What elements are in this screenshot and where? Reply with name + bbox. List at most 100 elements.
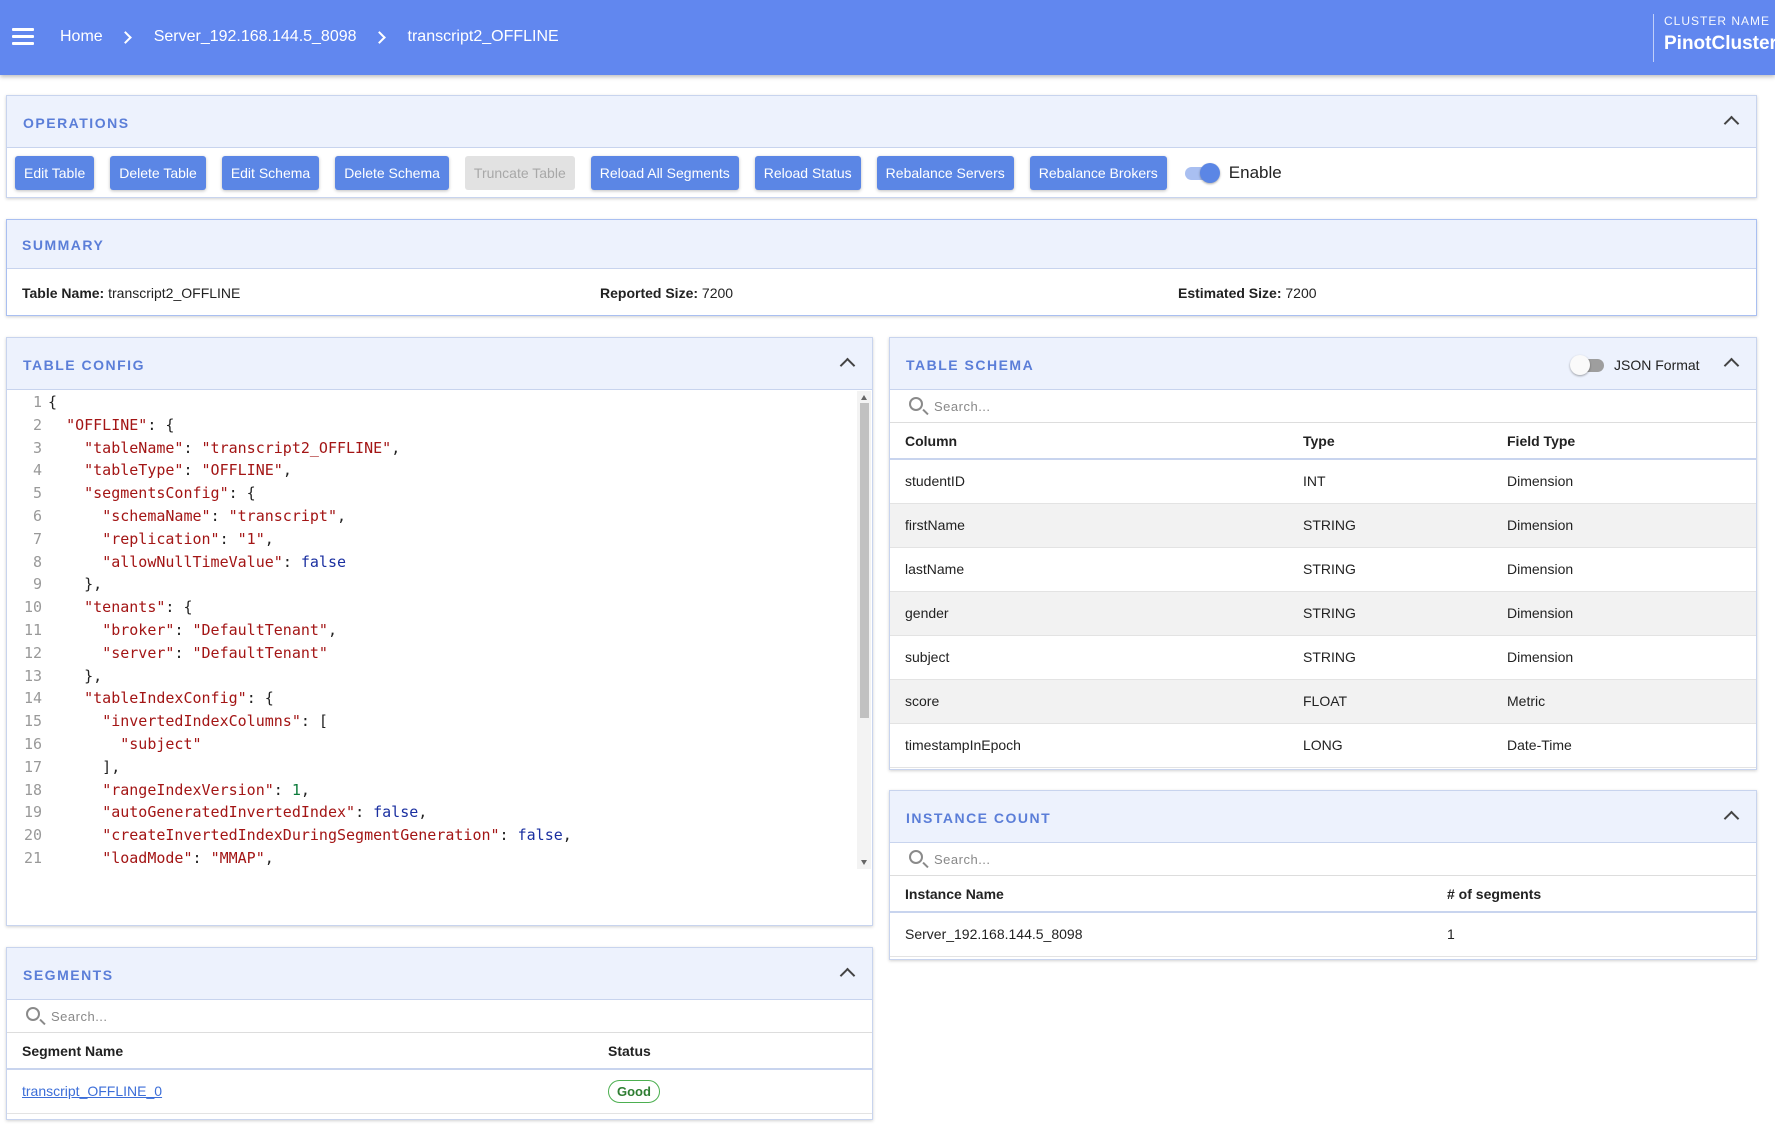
line-number: 3 (32, 438, 42, 457)
reload-all-segments-button[interactable]: Reload All Segments (590, 156, 739, 190)
top-app-bar: Home Server_192.168.144.5_8098 transcrip… (0, 0, 1775, 75)
code-line: 10 "tenants": { (8, 596, 863, 619)
code-token: , (282, 461, 292, 480)
table-config-header: TABLE CONFIG (7, 338, 872, 390)
table-config-panel: TABLE CONFIG 1{2 "OFFLINE": {3 "tableNam… (6, 337, 873, 926)
line-number: 14 (23, 689, 42, 708)
segments-search-input[interactable] (51, 1005, 451, 1027)
delete-table-button[interactable]: Delete Table (110, 156, 206, 190)
field-type-column-header[interactable]: Field Type (1492, 423, 1756, 460)
chevron-up-icon[interactable] (839, 967, 856, 984)
scrollbar-thumb[interactable] (860, 403, 869, 718)
code-token: false (373, 803, 419, 822)
line-number: 11 (23, 620, 42, 639)
operations-toolbar: Edit Table Delete Table Edit Schema Dele… (15, 156, 1282, 190)
chevron-up-icon[interactable] (1723, 115, 1740, 132)
status-column-header[interactable]: Status (593, 1033, 872, 1070)
code-token: "DefaultTenant" (192, 643, 328, 662)
code-token: "DefaultTenant" (192, 620, 328, 639)
code-token: , (264, 529, 274, 548)
type-column-header[interactable]: Type (1288, 423, 1492, 460)
code-token: "createInvertedIndexDuringSegmentGenerat… (102, 826, 500, 845)
segment-count-column-header[interactable]: # of segments (1432, 876, 1756, 913)
instance-search-input[interactable] (934, 848, 1334, 870)
code-token: "broker" (102, 620, 175, 639)
rebalance-servers-button[interactable]: Rebalance Servers (876, 156, 1014, 190)
code-token: : [ (300, 712, 328, 731)
chevron-up-icon[interactable] (1723, 810, 1740, 827)
code-token: : (183, 438, 202, 457)
code-token: : (174, 643, 193, 662)
line-number: 20 (23, 826, 42, 845)
code-line: 6 "schemaName": "transcript", (8, 505, 863, 528)
status-badge: Good (608, 1079, 660, 1103)
code-token: : { (147, 415, 175, 434)
json-format-control: JSON Format (1570, 355, 1700, 375)
breadcrumb-server[interactable]: Server_192.168.144.5_8098 (154, 28, 357, 46)
reload-status-button[interactable]: Reload Status (754, 156, 861, 190)
reported-size-value: 7200 (701, 285, 734, 301)
segment-link[interactable]: transcript_OFFLINE_0 (22, 1083, 162, 1099)
schema-search-input[interactable] (934, 395, 1334, 417)
instance-search (890, 843, 1756, 876)
code-line: 19 "autoGeneratedInvertedIndex": false, (8, 801, 863, 824)
code-editor-scrollbar[interactable] (857, 391, 871, 869)
summary-estimated-size: Estimated Size: 7200 (1178, 285, 1317, 301)
instance-name: Server_192.168.144.5_8098 (890, 912, 1432, 957)
delete-schema-button[interactable]: Delete Schema (335, 156, 449, 190)
edit-schema-button[interactable]: Edit Schema (221, 156, 320, 190)
estimated-size-label: Estimated Size: (1178, 285, 1282, 301)
chevron-right-icon (118, 30, 132, 44)
summary-table-name: Table Name: transcript2_OFFLINE (22, 285, 240, 301)
segment-name-column-header[interactable]: Segment Name (7, 1033, 593, 1070)
enable-toggle[interactable] (1183, 163, 1220, 183)
segments-panel: SEGMENTS Segment Name Status transcript_… (6, 947, 873, 1120)
code-token: { (48, 393, 58, 411)
code-token: : (282, 552, 301, 571)
segments-header: SEGMENTS (7, 948, 872, 1000)
code-token: "subject" (120, 734, 202, 753)
schema-field-type: Dimension (1492, 459, 1756, 504)
schema-column-type: STRING (1288, 591, 1492, 636)
line-number: 2 (32, 415, 42, 434)
edit-table-button[interactable]: Edit Table (15, 156, 95, 190)
schema-column-type: STRING (1288, 635, 1492, 680)
instance-name-column-header[interactable]: Instance Name (890, 876, 1432, 913)
line-number: 1 (32, 393, 42, 411)
code-line: 1{ (8, 391, 863, 414)
hamburger-menu-icon[interactable] (12, 28, 34, 46)
summary-title: SUMMARY (22, 237, 105, 253)
table-config-code-editor[interactable]: 1{2 "OFFLINE": {3 "tableName": "transcri… (8, 391, 863, 869)
code-token: : (174, 620, 193, 639)
schema-column-name: score (890, 679, 1288, 724)
column-column-header[interactable]: Column (890, 423, 1288, 460)
breadcrumb-home[interactable]: Home (60, 28, 103, 46)
code-token: : { (246, 689, 274, 708)
chevron-right-icon (372, 30, 386, 44)
schema-field-type: Dimension (1492, 503, 1756, 548)
estimated-size-value: 7200 (1285, 285, 1317, 301)
code-token: : (355, 803, 374, 822)
code-line: 18 "rangeIndexVersion": 1, (8, 779, 863, 802)
chevron-up-icon[interactable] (1723, 357, 1740, 374)
chevron-up-icon[interactable] (839, 357, 856, 374)
rebalance-brokers-button[interactable]: Rebalance Brokers (1029, 156, 1167, 190)
code-line: 3 "tableName": "transcript2_OFFLINE", (8, 437, 863, 460)
code-token: , (327, 620, 337, 639)
line-number: 12 (23, 643, 42, 662)
schema-column-type: STRING (1288, 503, 1492, 548)
scroll-down-arrow-icon[interactable] (861, 860, 867, 865)
json-format-toggle[interactable] (1570, 355, 1606, 375)
line-number: 13 (23, 666, 42, 685)
scroll-up-arrow-icon[interactable] (861, 395, 867, 400)
code-line: 7 "replication": "1", (8, 528, 863, 551)
instance-count-title: INSTANCE COUNT (906, 810, 1052, 826)
